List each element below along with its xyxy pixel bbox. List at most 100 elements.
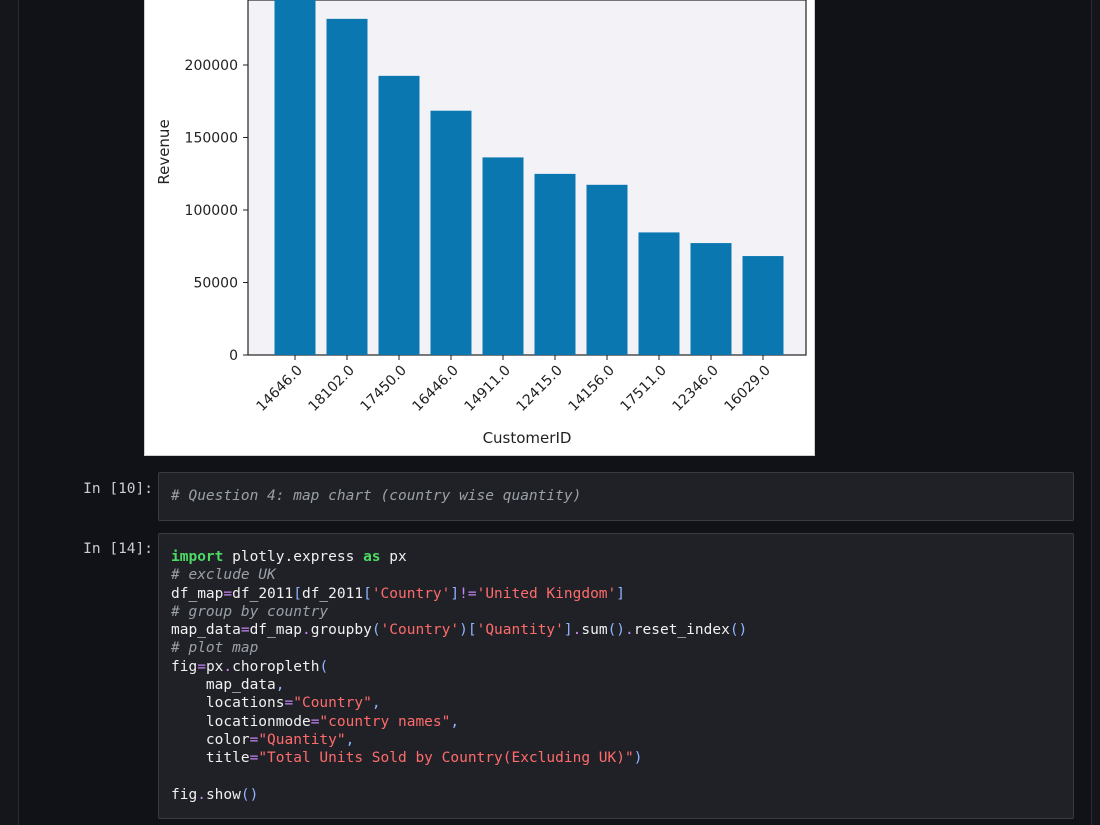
code-token: .	[197, 786, 206, 803]
code-token: locations	[171, 695, 285, 712]
code-token: # plot map	[171, 640, 259, 657]
code-token: px	[380, 549, 407, 565]
x-tick-label: 14646.0	[254, 363, 306, 415]
code-token: ,	[371, 695, 381, 712]
bar-18102.0	[326, 18, 368, 356]
cell-prompt-14: In [14]:	[83, 541, 153, 557]
code-token: 'Quantity'	[476, 622, 564, 639]
code-token: ,	[450, 713, 460, 730]
bar-16029.0	[742, 256, 784, 355]
code-token: fig	[171, 658, 198, 675]
code-line: # exclude UK	[171, 566, 1061, 584]
code-token: =	[284, 695, 294, 712]
code-token: =	[249, 750, 259, 767]
code-token: groupby	[310, 622, 372, 639]
code-token: ,	[345, 731, 355, 748]
y-tick-label: 0	[229, 348, 238, 364]
code-token: ,	[275, 677, 285, 694]
bar-14646.0	[274, 0, 316, 355]
code-editor[interactable]: # Question 4: map chart (country wise qu…	[171, 487, 1061, 505]
code-token: )[	[459, 622, 477, 639]
x-tick-label: 12415.0	[514, 363, 566, 415]
code-token: color	[171, 731, 250, 748]
notebook-area: 0 50000 100000 150000 200000 14646.0 18102.0 1…	[18, 0, 1092, 825]
code-line: color="Quantity",	[171, 731, 1061, 749]
bar-12346.0	[690, 243, 732, 355]
code-token: ]	[450, 585, 460, 602]
code-token: =	[197, 658, 206, 675]
code-token: as	[363, 549, 381, 565]
code-token: (	[371, 622, 381, 639]
bar-17450.0	[378, 75, 420, 356]
code-token: import	[171, 549, 224, 565]
code-token: # group by country	[171, 603, 329, 620]
x-tick-label: 18102.0	[306, 363, 358, 415]
code-token: ()	[729, 622, 748, 639]
code-token: .	[301, 622, 311, 639]
code-token: "country names"	[319, 713, 451, 730]
code-line: # group by country	[171, 603, 1061, 621]
code-editor[interactable]: import plotly.express as px # exclude UK d…	[171, 548, 1061, 804]
y-tick-label: 50000	[193, 276, 238, 292]
code-line: map_data=df_map.groupby('Country')['Quan…	[171, 621, 1061, 639]
code-token: )	[633, 750, 643, 767]
bar-17511.0	[638, 232, 680, 355]
code-line: map_data,	[171, 676, 1061, 694]
code-token: [	[293, 585, 302, 602]
code-token: "Total Units Sold by Country(Excluding U…	[258, 750, 634, 767]
y-tick-label: 150000	[185, 131, 238, 147]
bar-chart: 050000100000150000200000 14646.0 18102.0 1…	[155, 0, 807, 447]
code-cell-10[interactable]: # Question 4: map chart (country wise qu…	[158, 472, 1074, 521]
bar-14911.0	[482, 157, 524, 355]
code-token: 'Country'	[380, 622, 460, 639]
code-token: ]	[616, 585, 626, 602]
code-token: show	[205, 786, 241, 803]
output-plot-image: 0 50000 100000 150000 200000 14646.0 18102.0 1…	[144, 0, 815, 456]
y-tick-label: 100000	[185, 203, 238, 219]
code-token: ]	[563, 622, 573, 639]
code-line: locations="Country",	[171, 694, 1061, 712]
code-line: import plotly.express as px	[171, 548, 1061, 566]
code-token: [	[363, 585, 372, 602]
x-tick-label: 14156.0	[566, 363, 618, 415]
code-line: fig=px.choropleth(	[171, 658, 1061, 676]
code-token: df_map	[249, 622, 302, 639]
code-token: fig	[171, 786, 198, 803]
code-token: .	[625, 622, 634, 639]
x-tick-label: 17450.0	[358, 363, 410, 415]
code-token: df_map	[171, 585, 224, 602]
cell-prompt-10: In [10]:	[83, 481, 153, 497]
code-token: choropleth	[232, 658, 320, 675]
code-token: =	[249, 731, 259, 748]
code-token: px	[205, 658, 224, 675]
code-token: ()	[607, 622, 626, 639]
code-token: map_data	[171, 677, 276, 694]
code-token: 'Country'	[371, 585, 451, 602]
bar-14156.0	[586, 184, 628, 355]
code-token: df_2011	[232, 585, 294, 602]
code-token: .	[223, 658, 233, 675]
code-token: locationmode	[171, 713, 311, 730]
code-token: !=	[459, 585, 477, 602]
x-tick-label: 16446.0	[410, 363, 462, 415]
code-token: ()	[240, 786, 259, 803]
bar-16446.0	[430, 110, 472, 355]
code-token: sum	[581, 622, 608, 639]
code-line: df_map=df_2011[df_2011['Country']!='Unit…	[171, 585, 1061, 603]
code-token: df_2011	[301, 585, 364, 602]
code-token: "Quantity"	[258, 731, 346, 748]
x-tick-label: 14911.0	[462, 363, 514, 415]
code-token: title	[171, 750, 250, 767]
x-tick-label: 12346.0	[670, 363, 722, 415]
code-line: title="Total Units Sold by Country(Exclu…	[171, 749, 1061, 767]
code-token: # exclude UK	[171, 567, 276, 584]
x-axis-label: CustomerID	[483, 429, 572, 447]
code-token: =	[223, 585, 233, 602]
x-tick-label: 16029.0	[722, 363, 774, 415]
y-tick-label: 200000	[185, 58, 238, 74]
code-token: plotly.express	[223, 549, 364, 565]
y-axis-label: Revenue	[155, 119, 173, 184]
code-line: # Question 4: map chart (country wise qu…	[171, 487, 1061, 505]
code-cell-14[interactable]: import plotly.express as px # exclude UK d…	[158, 533, 1074, 819]
